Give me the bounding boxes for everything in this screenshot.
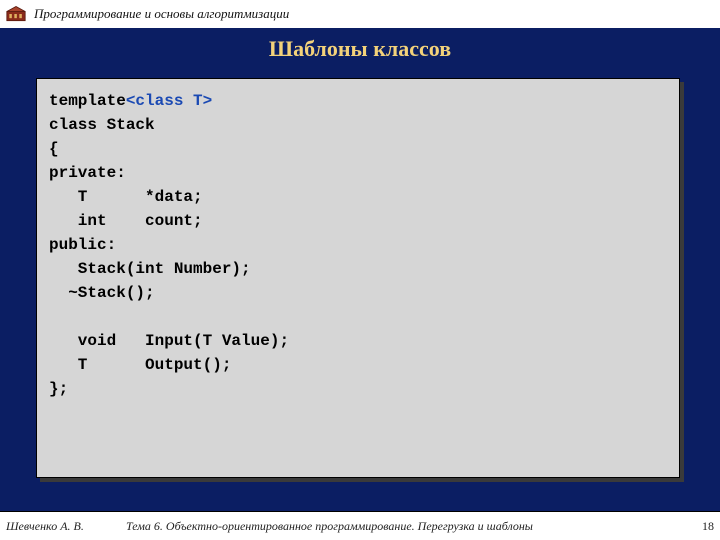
- slide-body: Шаблоны классов template<class T> class …: [0, 28, 720, 512]
- logo-icon: [6, 6, 26, 22]
- page-number: 18: [684, 519, 714, 534]
- code-block: template<class T> class Stack { private:…: [36, 78, 680, 478]
- slide-page: Программирование и основы алгоритмизации…: [0, 0, 720, 540]
- author-label: Шевченко А. В.: [6, 519, 126, 534]
- code-text: template<class T> class Stack { private:…: [49, 89, 667, 401]
- topic-label: Тема 6. Объектно-ориентированное програм…: [126, 519, 684, 534]
- slide-title: Шаблоны классов: [0, 28, 720, 72]
- course-title: Программирование и основы алгоритмизации: [34, 6, 289, 22]
- bottom-bar: Шевченко А. В. Тема 6. Объектно-ориентир…: [0, 511, 720, 540]
- top-bar: Программирование и основы алгоритмизации: [0, 0, 720, 29]
